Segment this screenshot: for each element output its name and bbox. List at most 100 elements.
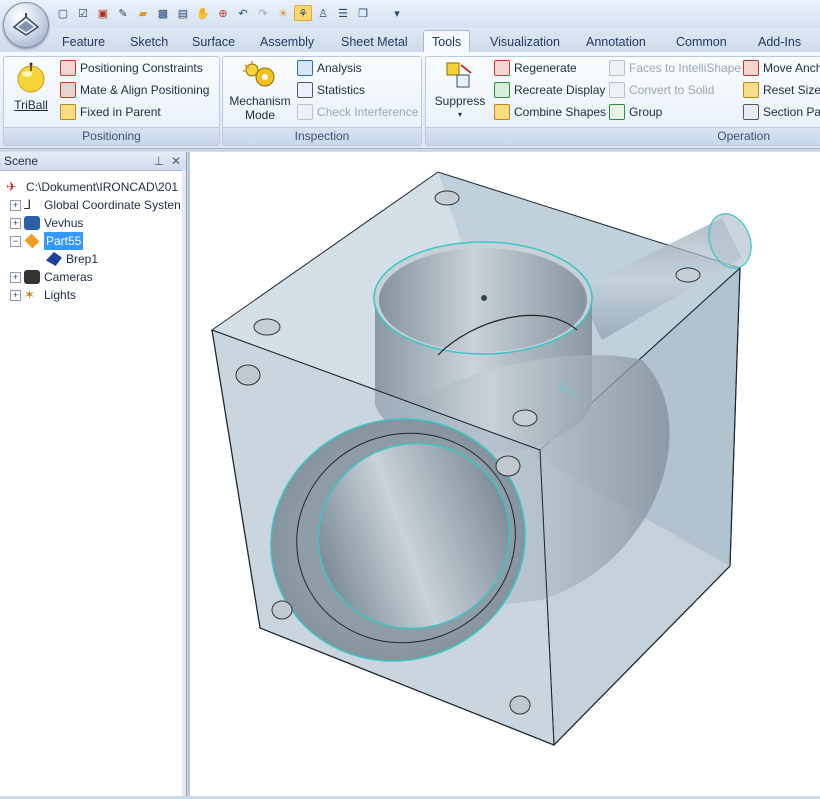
analysis-icon <box>297 60 313 76</box>
operation-group: Suppress ▾ Regenerate Recreate Display C… <box>425 56 820 146</box>
tree-item-part55[interactable]: − Part55 <box>10 232 84 250</box>
group-icon <box>609 104 625 120</box>
convert-to-solid-button[interactable]: Convert to Solid <box>609 81 714 99</box>
expand-icon[interactable]: + <box>10 199 21 211</box>
faces-to-intellishape-button[interactable]: Faces to IntelliShape <box>609 59 741 77</box>
inspection-group-label: Inspection <box>223 127 421 145</box>
recreate-display-label: Recreate Display <box>514 83 606 97</box>
bolt-hole <box>495 455 521 477</box>
brep-icon <box>46 252 62 266</box>
tree-item-root[interactable]: ✈ C:\Dokument\IRONCAD\201 <box>6 178 178 196</box>
part-model[interactable] <box>190 152 820 796</box>
list-icon[interactable]: ☰ <box>334 5 352 21</box>
convert-to-solid-icon <box>609 82 625 98</box>
tree-item-cameras[interactable]: + Cameras <box>10 268 93 286</box>
positioning-constraints-button[interactable]: Positioning Constraints <box>60 59 203 77</box>
suppress-label: Suppress <box>434 94 486 108</box>
tree-item-brep1[interactable]: Brep1 <box>46 250 98 268</box>
faces-to-intellishape-label: Faces to IntelliShape <box>629 61 742 75</box>
close-doc-icon[interactable]: ▣ <box>94 5 112 21</box>
copy-icon[interactable]: ❐ <box>354 5 372 21</box>
combine-shapes-label: Combine Shapes <box>514 105 607 119</box>
scene-scrollbar[interactable] <box>182 170 186 796</box>
check-interference-label: Check Interference <box>317 105 419 119</box>
tab-sheet-metal[interactable]: Sheet Metal <box>333 32 416 52</box>
positioning-group-label: Positioning <box>4 127 219 145</box>
tree-item-label: Global Coordinate Systen <box>44 198 181 212</box>
check-interference-button[interactable]: Check Interference <box>297 103 418 121</box>
light-icon: ✶ <box>24 287 35 302</box>
reset-sizebox-button[interactable]: Reset Sizeb <box>743 81 820 99</box>
gears-icon <box>243 61 275 87</box>
reset-sizebox-label: Reset Sizeb <box>763 83 820 97</box>
reset-sizebox-icon <box>743 82 759 98</box>
mechanism-mode-button[interactable]: Mechanism Mode <box>227 61 293 122</box>
assembly-icon <box>24 216 40 230</box>
person-icon[interactable]: ♙ <box>314 5 332 21</box>
tab-tools[interactable]: Tools <box>423 30 471 53</box>
regenerate-button[interactable]: Regenerate <box>494 59 577 77</box>
tree-item-global-coordinate-system[interactable]: + ⅃ Global Coordinate Systen <box>10 196 181 214</box>
scene-title: Scene <box>4 154 39 168</box>
undo-icon[interactable]: ↶ <box>234 5 252 21</box>
move-anchor-button[interactable]: Move Anch <box>743 59 820 77</box>
expand-icon[interactable]: + <box>10 271 21 283</box>
group-label: Group <box>629 105 663 119</box>
tab-feature[interactable]: Feature <box>54 32 113 52</box>
suppress-button[interactable]: Suppress ▾ <box>432 61 488 122</box>
close-icon[interactable]: ✕ <box>171 152 181 170</box>
dropdown-icon[interactable]: ▾ <box>388 5 406 21</box>
expand-icon[interactable]: + <box>10 289 21 301</box>
qat-icons: ▢ ☑ ▣ ✎ ▰ ▩ ▤ ✋ ⊕ ↶ ↷ ☀ ⚘ ♙ ☰ ❐ ▾ <box>54 5 406 21</box>
tree-item-lights[interactable]: + ✶ Lights <box>10 286 76 304</box>
tab-sketch[interactable]: Sketch <box>122 32 176 52</box>
mate-align-label: Mate & Align Positioning <box>80 83 210 97</box>
center-point <box>481 295 487 301</box>
suppress-dropdown-icon[interactable]: ▾ <box>432 108 488 122</box>
section-part-button[interactable]: Section Par <box>743 103 820 121</box>
open-check-icon[interactable]: ☑ <box>74 5 92 21</box>
redo-icon[interactable]: ↷ <box>254 5 272 21</box>
edit-icon[interactable]: ✎ <box>114 5 132 21</box>
tab-annotation[interactable]: Annotation <box>578 32 654 52</box>
tree-icon[interactable]: ⚘ <box>294 5 312 21</box>
zoom-icon[interactable]: ⊕ <box>214 5 232 21</box>
collapse-icon[interactable]: − <box>10 235 21 247</box>
folder-icon[interactable]: ▰ <box>134 5 152 21</box>
section-part-label: Section Par <box>763 105 820 119</box>
move-anchor-icon <box>743 60 759 76</box>
part-icon <box>24 233 40 249</box>
bolt-hole <box>253 318 281 336</box>
bulb-icon[interactable]: ☀ <box>274 5 292 21</box>
combine-shapes-button[interactable]: Combine Shapes <box>494 103 606 121</box>
mate-align-button[interactable]: Mate & Align Positioning <box>60 81 209 99</box>
recreate-display-button[interactable]: Recreate Display <box>494 81 605 99</box>
statistics-button[interactable]: Statistics <box>297 81 365 99</box>
regenerate-icon <box>494 60 510 76</box>
analysis-button[interactable]: Analysis <box>297 59 362 77</box>
hand-icon[interactable]: ✋ <box>194 5 212 21</box>
positioning-group: TriBall Positioning Constraints Mate & A… <box>3 56 220 146</box>
triball-label: TriBall <box>14 98 48 112</box>
group-button[interactable]: Group <box>609 103 662 121</box>
axes-icon: ⅃ <box>24 197 32 212</box>
triball-icon <box>17 62 45 93</box>
application-button[interactable] <box>3 2 49 48</box>
fixed-in-parent-button[interactable]: Fixed in Parent <box>60 103 161 121</box>
analysis-label: Analysis <box>317 61 362 75</box>
save-as-icon[interactable]: ▤ <box>174 5 192 21</box>
triball-button[interactable]: TriBall <box>10 61 52 112</box>
tab-surface[interactable]: Surface <box>184 32 243 52</box>
save-icon[interactable]: ▩ <box>154 5 172 21</box>
tab-visualization[interactable]: Visualization <box>482 32 568 52</box>
expand-icon[interactable]: + <box>10 217 21 229</box>
mechanism-mode-label: Mechanism Mode <box>229 94 291 122</box>
tab-common[interactable]: Common <box>668 32 735 52</box>
pin-icon[interactable]: ⊥ <box>154 152 164 170</box>
tree-item-vevhus[interactable]: + Vevhus <box>10 214 83 232</box>
section-part-icon <box>743 104 759 120</box>
3d-viewport[interactable] <box>188 152 820 796</box>
tab-add-ins[interactable]: Add-Ins <box>750 32 809 52</box>
new-icon[interactable]: ▢ <box>54 5 72 21</box>
tab-assembly[interactable]: Assembly <box>252 32 322 52</box>
